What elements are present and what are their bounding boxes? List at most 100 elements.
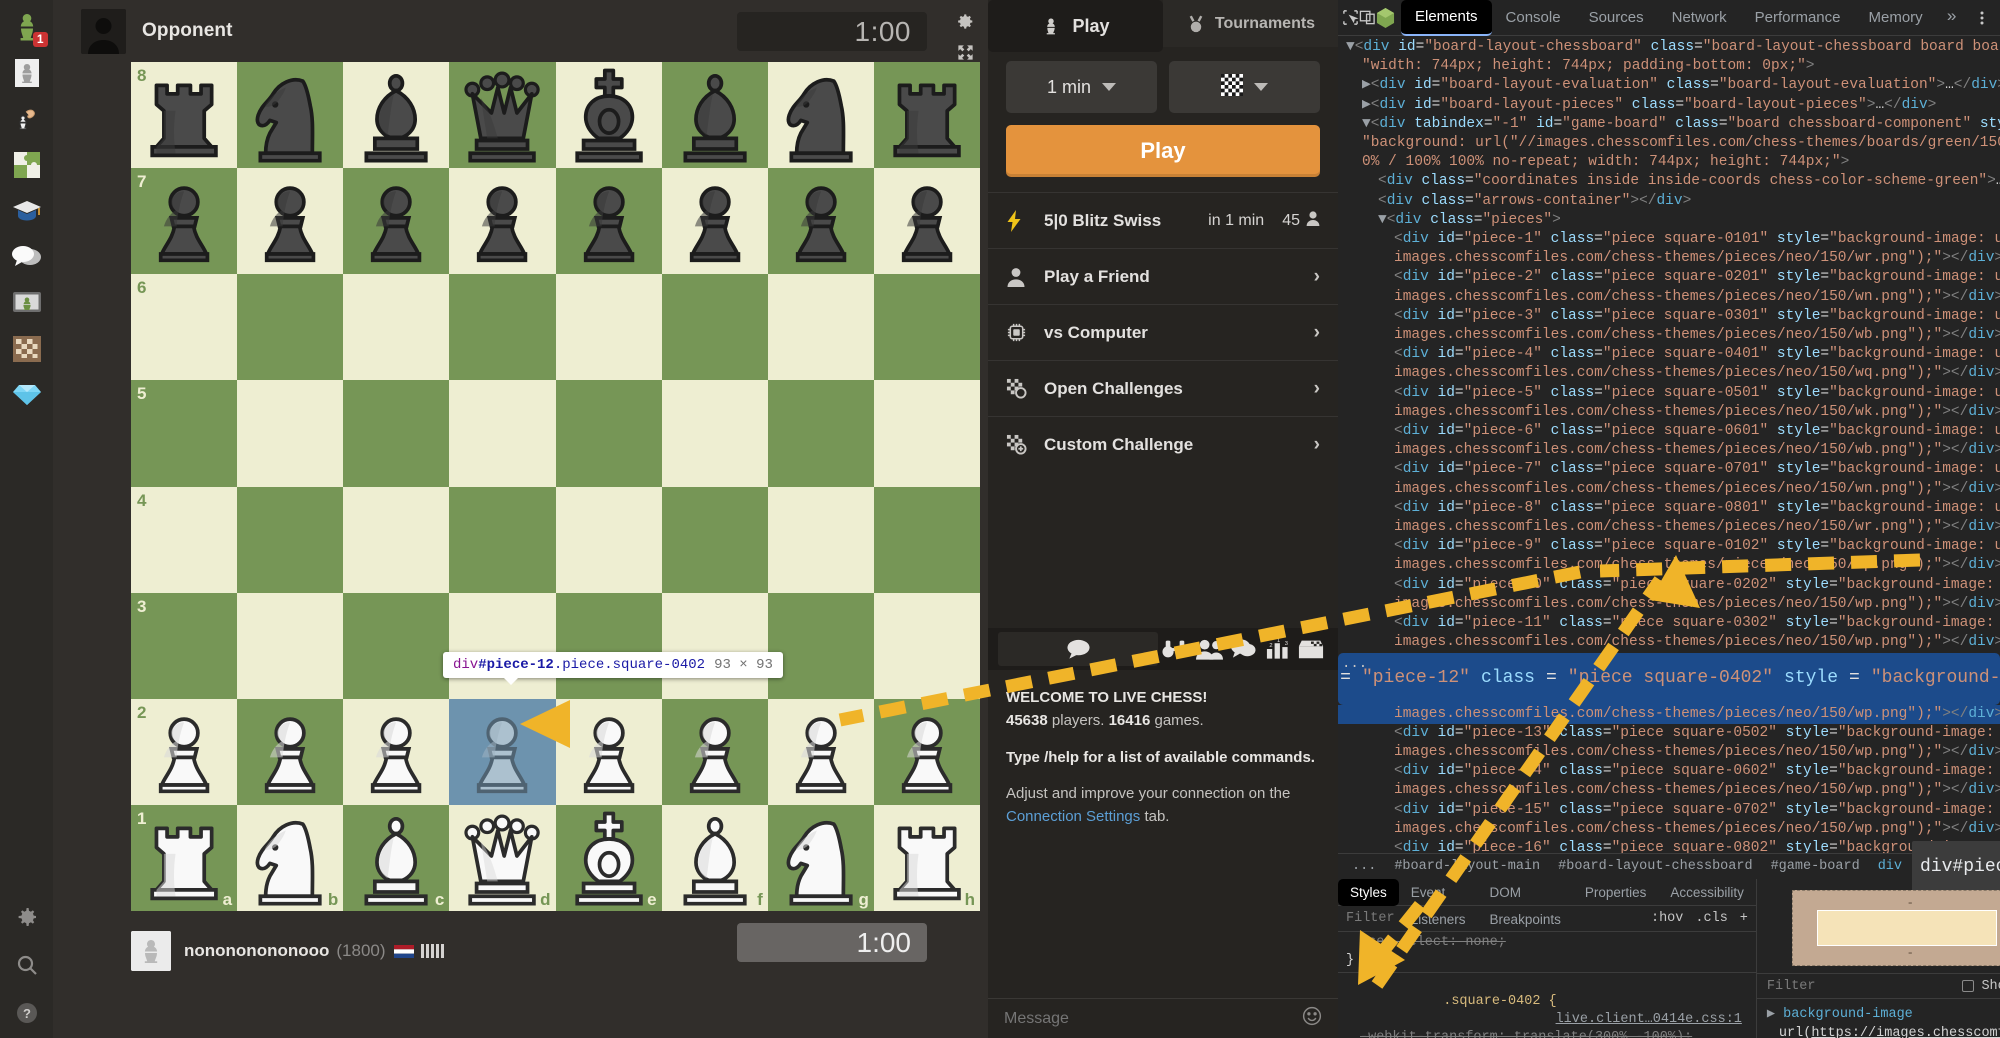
dom-line[interactable]: images.chesscomfiles.com/chess-themes/pi… [1338,249,2000,268]
dom-line[interactable]: images.chesscomfiles.com/chess-themes/pi… [1338,518,2000,537]
piece-wp[interactable] [768,699,874,805]
gear-icon[interactable] [954,10,976,32]
piece-bb[interactable] [343,62,449,168]
square-a3[interactable]: 3 [131,592,238,699]
dom-line[interactable]: images.chesscomfiles.com/chess-themes/pi… [1338,781,2000,800]
piece-bp[interactable] [768,168,874,274]
graduation-cap-icon[interactable] [8,192,46,230]
kebab-menu-icon[interactable] [1967,4,1997,32]
piece-bp[interactable] [556,168,662,274]
dom-line[interactable]: images.chesscomfiles.com/chess-themes/pi… [1338,288,2000,307]
gear-icon[interactable] [8,898,46,936]
square-h5[interactable] [873,380,980,487]
dom-line[interactable]: <div id="piece-13" class="piece square-0… [1338,724,2000,743]
piece-wb[interactable] [662,805,768,911]
show-all-toggle[interactable]: Show all [1962,979,2000,994]
square-h8[interactable] [873,62,980,169]
checkerboard-icon[interactable] [8,330,46,368]
dom-line[interactable]: images.chesscomfiles.com/chess-themes/pi… [1338,403,2000,422]
square-c1[interactable]: c [343,804,450,911]
square-b3[interactable] [237,592,344,699]
piece-bp[interactable] [662,168,768,274]
puzzle-piece-icon[interactable] [8,146,46,184]
square-a1[interactable]: 1a [131,804,238,911]
square-d1[interactable]: d [449,804,556,911]
chessboard[interactable]: 8 7 6 5 4 3 2 1 a b c d e f g h [131,62,980,911]
watch-monitor-icon[interactable] [8,284,46,322]
square-b4[interactable] [237,486,344,593]
menu-item-blitz-swiss[interactable]: 5|0 Blitz Swiss in 1 min 45 [988,192,1338,248]
chat-bubbles-icon[interactable] [8,238,46,276]
square-h4[interactable] [873,486,980,593]
archive-icon[interactable] [1294,632,1328,666]
square-b6[interactable] [237,274,344,381]
square-a7[interactable]: 7 [131,168,238,275]
dom-line[interactable]: images.chesscomfiles.com/chess-themes/pi… [1338,326,2000,345]
square-a4[interactable]: 4 [131,486,238,593]
menu-item-vs-computer[interactable]: vs Computer › [988,304,1338,360]
dom-line[interactable]: <div id="piece-9" class="piece square-01… [1338,537,2000,556]
dom-line-selected-cont[interactable]: images.chesscomfiles.com/chess-themes/pi… [1338,704,2000,724]
square-b2[interactable] [237,698,344,805]
connection-settings-link[interactable]: Connection Settings [1006,808,1140,825]
dom-line[interactable]: ▼<div tabindex="-1" id="game-board" clas… [1338,115,2000,134]
piece-bp[interactable] [237,168,343,274]
computed-value-link[interactable]: https://images.chesscomfiles. [1811,1026,2000,1038]
color-select[interactable] [1169,61,1320,113]
square-f5[interactable] [661,380,768,487]
piece-bn[interactable] [237,62,343,168]
devtools-tab-console[interactable]: Console [1492,0,1575,36]
menu-item-custom-challenge[interactable]: Custom Challenge › [988,416,1338,472]
breadcrumb-item[interactable]: #game-board [1763,857,1868,876]
square-e4[interactable] [555,486,662,593]
square-b7[interactable] [237,168,344,275]
square-c6[interactable] [343,274,450,381]
square-c5[interactable] [343,380,450,487]
dom-line[interactable]: ▼<div class="pieces"> [1338,211,2000,230]
styles-tab-properties[interactable]: Properties [1573,879,1659,906]
square-f1[interactable]: f [661,804,768,911]
menu-item-open-challenges[interactable]: Open Challenges › [988,360,1338,416]
square-h3[interactable] [873,592,980,699]
menu-item-play-a-friend[interactable]: Play a Friend › [988,248,1338,304]
inspect-element-icon[interactable] [1342,4,1359,32]
square-e1[interactable]: e [555,804,662,911]
diamond-icon[interactable] [8,376,46,414]
square-g7[interactable] [767,168,874,275]
dom-line[interactable]: ▶<div id="board-layout-evaluation" class… [1338,76,2000,95]
dom-line[interactable]: 0% / 100% 100% no-repeat; width: 744px; … [1338,153,2000,172]
dom-line-selected[interactable]: <div id="piece-12" class="piece square-0… [1338,652,2000,705]
dom-line[interactable]: images.chesscomfiles.com/chess-themes/pi… [1338,743,2000,762]
square-b8[interactable] [237,62,344,169]
tab-play[interactable]: Play [988,0,1163,52]
square-d6[interactable] [449,274,556,381]
breadcrumb-item[interactable]: #board-layout-chessboard [1550,857,1760,876]
piece-wb[interactable] [343,805,449,911]
dom-line[interactable]: ▼<div id="board-layout-chessboard" class… [1338,38,2000,57]
css-prop-strikethrough[interactable]: -webkit-transform: translate(300%,-100%)… [1338,1029,1756,1038]
dom-line[interactable]: <div id="piece-11" class="piece square-0… [1338,614,2000,633]
square-f8[interactable] [661,62,768,169]
devtools-tab-sources[interactable]: Sources [1575,0,1658,36]
friends-icon[interactable] [1192,632,1226,666]
stats-icon[interactable]: 213 [1260,632,1294,666]
piece-wp[interactable] [131,699,237,805]
styles-tab-event-listeners[interactable]: Event Listeners [1399,879,1478,927]
search-icon[interactable] [8,946,46,984]
piece-wr[interactable] [131,805,237,911]
tab-tournaments[interactable]: Tournaments [1163,0,1338,47]
square-g8[interactable] [767,62,874,169]
css-selector[interactable]: .square-0402 { [1443,994,1556,1009]
piece-br[interactable] [874,62,980,168]
dom-tree[interactable]: ▼<div id="board-layout-chessboard" class… [1338,36,2000,853]
styles-filter-placeholder[interactable]: Filter [1346,911,1651,926]
piece-bn[interactable] [768,62,874,168]
piece-bp[interactable] [131,168,237,274]
computed-filter-placeholder[interactable]: Filter [1767,979,1816,994]
time-control-select[interactable]: 1 min [1006,61,1157,113]
hov-toggle[interactable]: :hov [1651,911,1683,926]
piece-wp[interactable] [343,699,449,805]
device-toolbar-icon[interactable] [1359,4,1376,32]
piece-wp[interactable] [874,699,980,805]
player-avatar[interactable] [131,931,171,971]
